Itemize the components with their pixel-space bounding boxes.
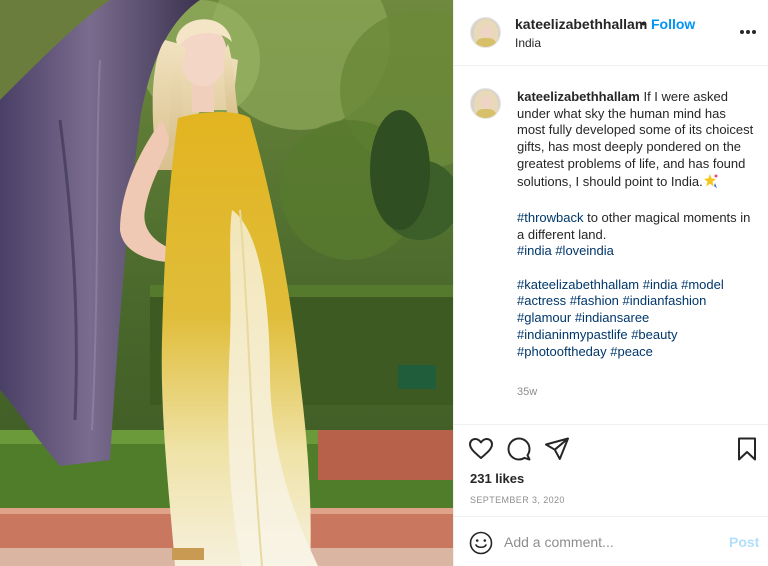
- hashtag-link[interactable]: #india: [643, 277, 678, 292]
- hashtag-link[interactable]: #indianinmypastlife: [517, 327, 628, 342]
- caption-section: kateelizabethhallam If I were asked unde…: [454, 67, 768, 423]
- smiley-icon[interactable]: [469, 531, 493, 555]
- hashtag-link[interactable]: #beauty: [631, 327, 677, 342]
- post-photo-image: [0, 0, 453, 566]
- hashtag-link[interactable]: #loveindia: [555, 243, 614, 258]
- post-detail-panel: kateelizabethhallam • Follow India katee…: [453, 0, 768, 566]
- hashtag-link[interactable]: #glamour: [517, 310, 571, 325]
- time-ago[interactable]: 35w: [517, 386, 537, 398]
- hashtag-link[interactable]: #actress: [517, 293, 566, 308]
- hashtag-link[interactable]: #indianfashion: [623, 293, 707, 308]
- hashtag-link[interactable]: #kateelizabethhallam: [517, 277, 639, 292]
- location-link[interactable]: India: [515, 36, 541, 50]
- comment-input[interactable]: [504, 529, 719, 555]
- hashtag-link[interactable]: #fashion: [570, 293, 619, 308]
- hashtag-link[interactable]: #throwback: [517, 210, 583, 225]
- separator-dot: •: [641, 15, 646, 31]
- post-photo[interactable]: [0, 0, 453, 566]
- share-icon[interactable]: [544, 436, 570, 462]
- avatar[interactable]: [470, 17, 501, 48]
- action-bar: 231 likes SEPTEMBER 3, 2020: [454, 424, 768, 516]
- sparkle-star-emoji: [703, 173, 719, 194]
- header-username[interactable]: kateelizabethhallam: [515, 16, 647, 32]
- bookmark-icon[interactable]: [734, 436, 760, 462]
- hashtag-link[interactable]: #india: [517, 243, 552, 258]
- comment-bar: Post: [454, 516, 768, 566]
- heart-icon[interactable]: [468, 436, 494, 462]
- hashtag-link[interactable]: #photooftheday: [517, 344, 607, 359]
- caption-username[interactable]: kateelizabethhallam: [517, 89, 640, 104]
- comment-icon[interactable]: [506, 436, 532, 462]
- hashtag-link[interactable]: #peace: [610, 344, 653, 359]
- caption-avatar[interactable]: [470, 88, 501, 119]
- likes-count[interactable]: 231 likes: [470, 471, 524, 486]
- more-options-icon[interactable]: [738, 24, 758, 38]
- post-date[interactable]: SEPTEMBER 3, 2020: [470, 495, 565, 505]
- follow-button[interactable]: Follow: [651, 16, 695, 32]
- post-header: kateelizabethhallam • Follow India: [454, 0, 768, 66]
- post-comment-button[interactable]: Post: [729, 534, 759, 550]
- hashtag-link[interactable]: #indiansaree: [575, 310, 649, 325]
- hashtag-link[interactable]: #model: [681, 277, 724, 292]
- caption-text-block: kateelizabethhallam If I were asked unde…: [517, 89, 757, 377]
